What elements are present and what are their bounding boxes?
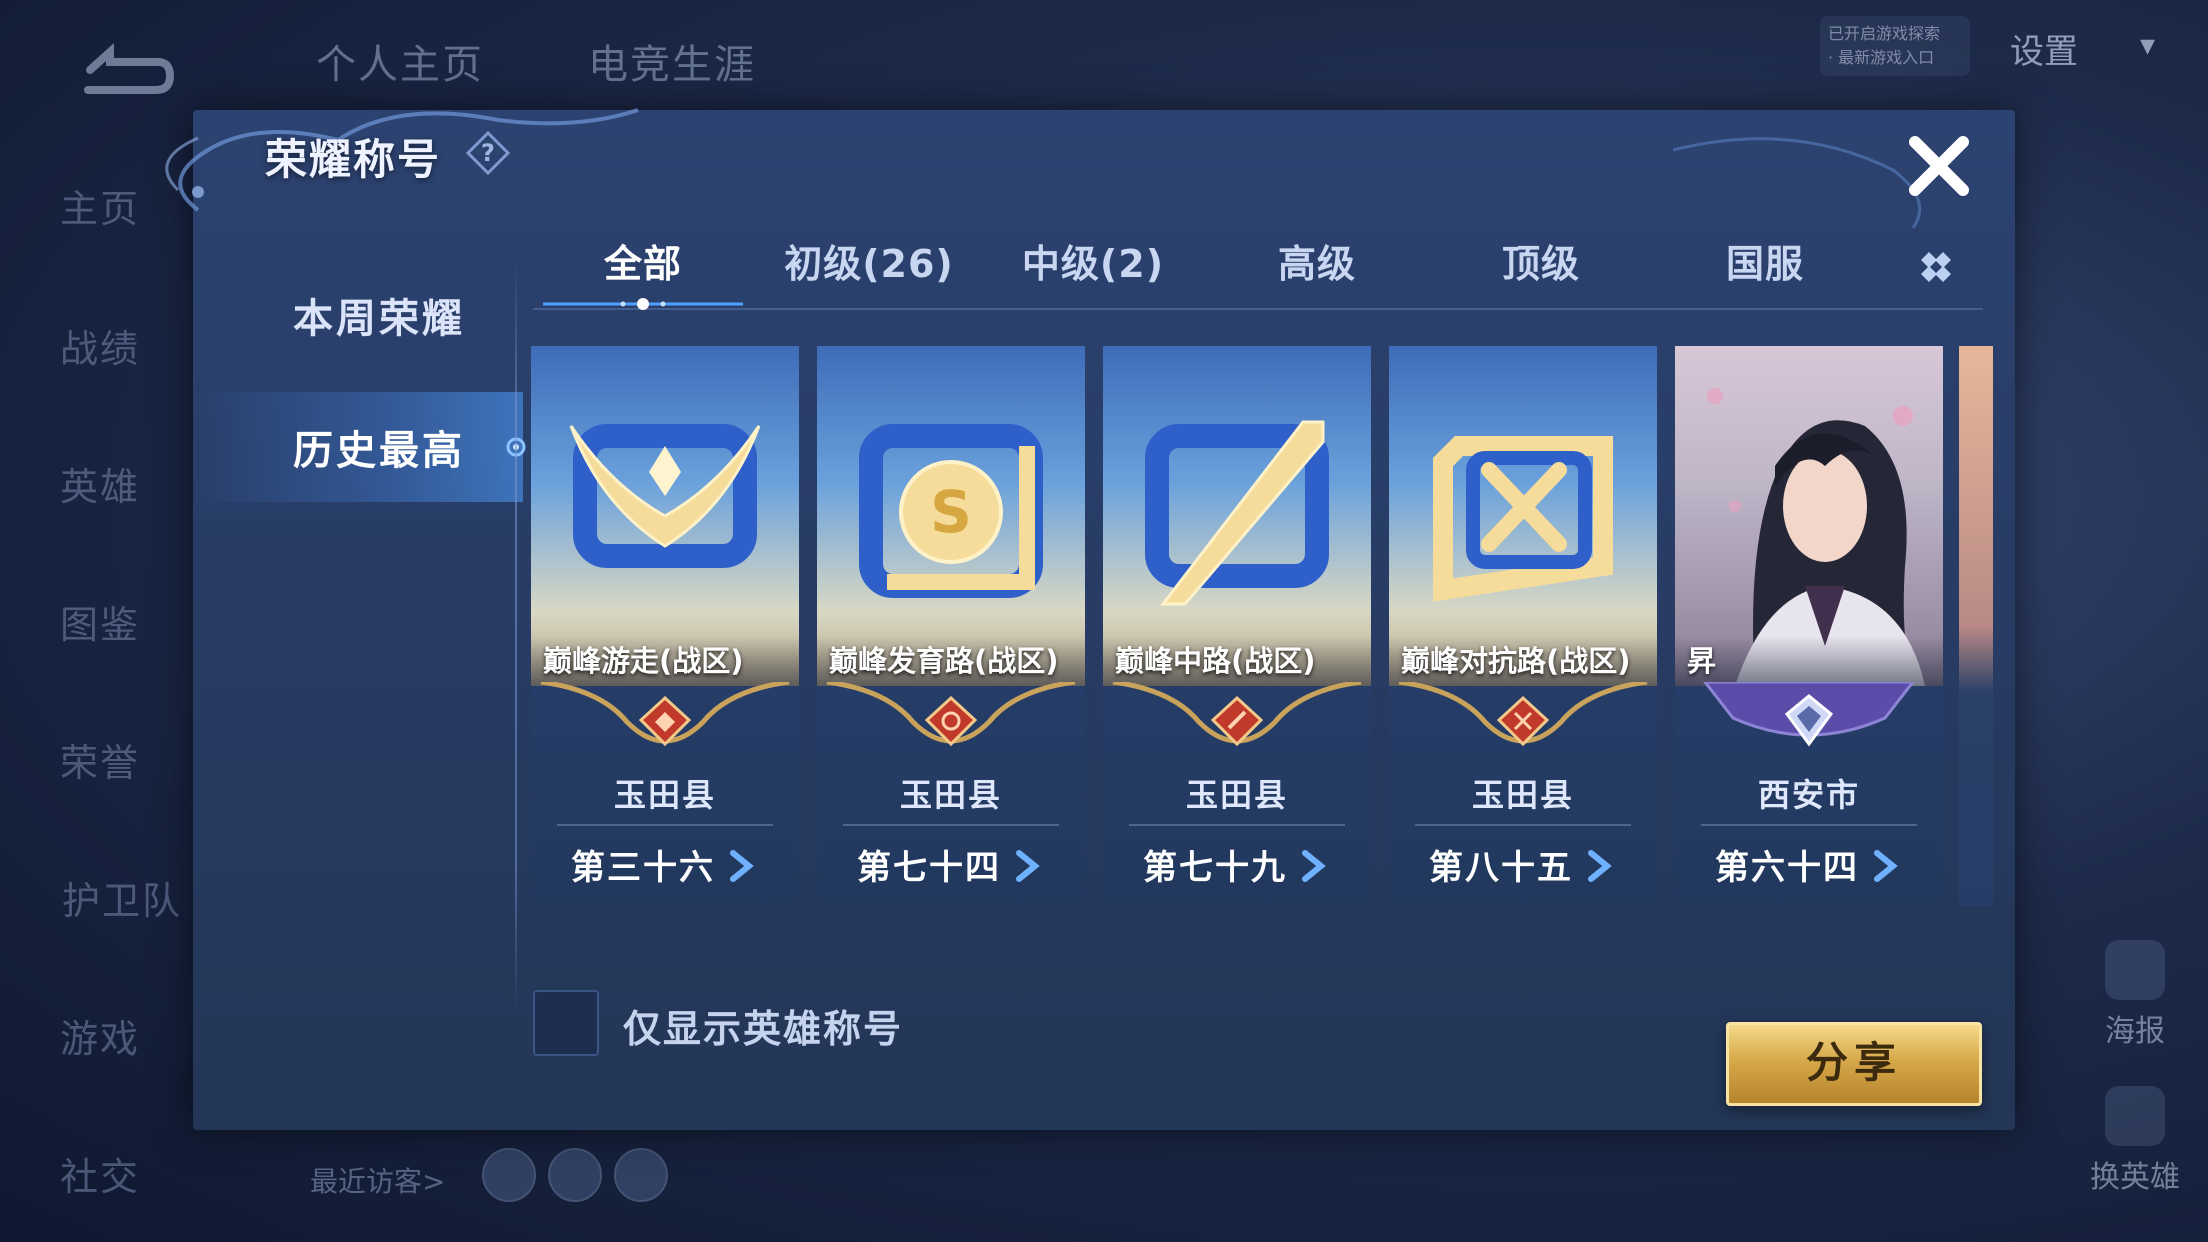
notice-line: 已开启游戏探索 [1828,24,1941,43]
title-card[interactable]: 巅峰中路(战区) 玉田县 第七十九 [1103,346,1371,906]
notice-line: · 最新游戏入口 [1828,48,1935,67]
tab-label: 全部 [603,242,682,286]
tab-national[interactable]: 国服 [1655,230,1875,308]
region-badge-icon [1112,682,1362,747]
card-rank-text: 第六十四 [1715,848,1859,888]
card-title: 昇 [1675,636,1943,686]
avatar[interactable] [614,1148,668,1202]
region-badge-icon [540,682,790,747]
card-rank[interactable]: 第七十九 [1103,840,1371,889]
nav-item-codex[interactable]: 图鉴 [60,594,210,649]
tab-beginner[interactable]: 初级(26) [759,230,979,308]
tab-active-underline [543,298,743,310]
card-rank[interactable]: 第七十四 [817,840,1085,889]
side-item-history-best[interactable]: 历史最高 [193,392,526,502]
nav-item-guard[interactable]: 护卫队 [62,870,212,925]
hero-switch-icon [2105,1086,2165,1146]
chevron-right-icon [1874,850,1898,882]
card-region: 玉田县 [613,776,716,814]
region-badge-icon [1398,682,1648,747]
change-hero-button[interactable]: 换英雄 [2080,1086,2190,1196]
card-rank[interactable]: 第六十四 [1675,840,1943,889]
title-card-list: 巅峰游走(战区) 玉田县 第三十六 S 巅峰发育路(战区) 玉田县 第七十四 巅… [531,346,1993,906]
recent-visitors-link[interactable]: 最近访客> [310,1160,445,1200]
card-rank-text: 第三十六 [571,848,715,888]
checkbox-label: 仅显示英雄称号 [623,1007,904,1051]
crossed-swords-emblem-icon [1433,436,1613,602]
card-rank[interactable]: 第三十六 [531,840,799,889]
nav-item-honor[interactable]: 荣誉 [60,732,210,787]
nav-item-heroes[interactable]: 英雄 [60,456,210,511]
side-item-label: 本周荣耀 [293,296,465,342]
card-title: 巅峰中路(战区) [1103,636,1371,686]
card-art [1103,346,1371,686]
side-divider [515,262,517,1012]
card-divider [1129,824,1345,826]
title-card[interactable]: S 巅峰发育路(战区) 玉田县 第七十四 [817,346,1085,906]
svg-text:S: S [930,478,972,546]
side-item-weekly-honor[interactable]: 本周荣耀 [193,260,523,370]
tab-advanced[interactable]: 高级 [1207,230,1427,308]
svg-text:?: ? [481,139,495,167]
notice-badge[interactable]: 已开启游戏探索 · 最新游戏入口 [1820,16,1970,76]
region-badge-icon [1703,682,1915,747]
title-card-partial[interactable] [1959,346,1993,906]
region-badge-icon [826,682,1076,747]
nav-item-games[interactable]: 游戏 [60,1008,210,1063]
tab-intermediate[interactable]: 中级(2) [983,230,1203,308]
chevron-right-icon [1588,850,1612,882]
wings-emblem-icon [569,424,761,568]
card-region: 玉田县 [899,776,1002,814]
card-title: 巅峰游走(战区) [531,636,799,686]
card-art [1675,346,1943,686]
hero-titles-only-checkbox[interactable] [533,990,599,1056]
poster-button[interactable]: 海报 [2080,940,2190,1050]
title-card[interactable]: 巅峰游走(战区) 玉田县 第三十六 [531,346,799,906]
slash-emblem-icon [1145,420,1329,606]
help-icon[interactable]: ? [465,130,511,176]
poster-label: 海报 [2105,1014,2165,1049]
nav-item-record[interactable]: 战绩 [60,318,210,373]
card-title: 巅峰发育路(战区) [817,636,1085,686]
card-region: 玉田县 [1471,776,1574,814]
chevron-right-icon [1016,850,1040,882]
title-card[interactable]: 巅峰对抗路(战区) 玉田县 第八十五 [1389,346,1657,906]
card-title: 巅峰对抗路(战区) [1389,636,1657,686]
category-tabs: 全部 初级(26) 中级(2) 高级 顶级 国服 [533,230,1983,310]
card-divider [1701,824,1917,826]
nav-item-social[interactable]: 社交 [60,1146,210,1201]
tab-top[interactable]: 顶级 [1431,230,1651,308]
card-art: S [817,346,1085,686]
card-divider [557,824,773,826]
honor-title-modal: 荣耀称号 ? 本周荣耀 历史最高 全部 初级(26) 中级(2) 高级 顶级 国… [165,108,2015,1130]
hero-portrait [1707,388,1925,686]
chevron-right-icon [1302,850,1326,882]
card-region: 西安市 [1757,776,1860,814]
card-rank[interactable]: 第八十五 [1389,840,1657,889]
card-art [531,346,799,686]
card-rank-text: 第七十九 [1143,848,1287,888]
avatar[interactable] [482,1148,536,1202]
card-region: 玉田县 [1185,776,1288,814]
chevron-right-icon [730,850,754,882]
tab-all[interactable]: 全部 [533,230,753,310]
avatar[interactable] [548,1148,602,1202]
modal-title: 荣耀称号 [265,135,442,184]
card-divider [1415,824,1631,826]
change-hero-label: 换英雄 [2090,1160,2180,1195]
card-art [1389,346,1657,686]
card-rank-text: 第七十四 [857,848,1001,888]
s-coin-emblem-icon: S [859,424,1043,598]
card-divider [843,824,1059,826]
settings-button[interactable]: 设置 [2010,24,2078,73]
share-button[interactable]: 分享 [1726,1022,1982,1106]
card-rank-text: 第八十五 [1429,848,1573,888]
chevron-down-icon[interactable]: ▾ [2140,28,2155,63]
poster-icon [2105,940,2165,1000]
title-card[interactable]: 昇 西安市 第六十四 [1675,346,1943,906]
side-menu: 本周荣耀 历史最高 [193,260,526,560]
side-item-label: 历史最高 [293,428,465,474]
close-icon[interactable] [1903,130,1975,202]
tabs-more-icon[interactable] [1913,244,1973,288]
